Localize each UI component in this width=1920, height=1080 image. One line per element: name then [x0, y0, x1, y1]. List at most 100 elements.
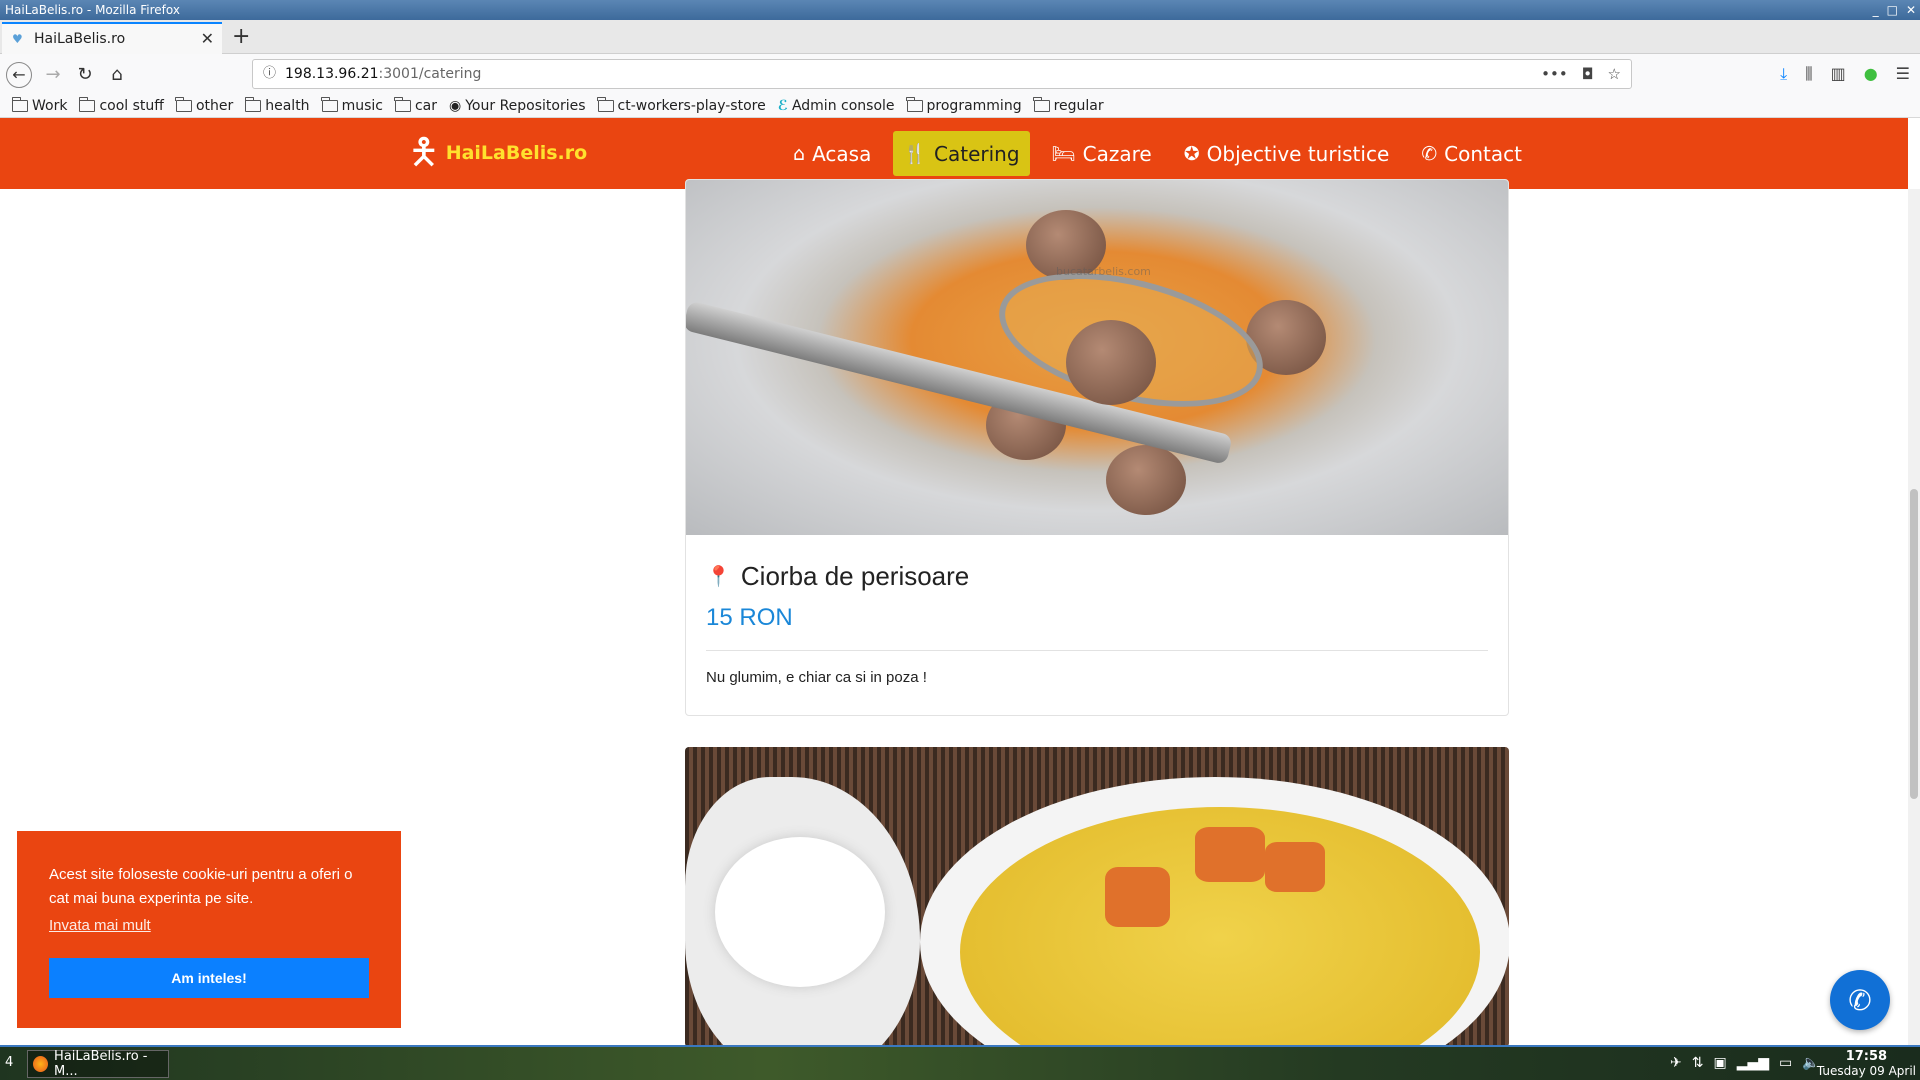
network-icon[interactable]: ⇅: [1692, 1055, 1704, 1071]
new-tab-button[interactable]: +: [232, 24, 250, 49]
tab-title: HaiLaBelis.ro: [34, 31, 126, 47]
bookmark-label: other: [195, 97, 234, 114]
meatball-shape: [1106, 445, 1186, 515]
browser-tab[interactable]: ♥ HaiLaBelis.ro ✕: [2, 22, 222, 54]
bookmark-regular[interactable]: regular: [1033, 96, 1104, 114]
toolbar-right: ⤓ ⫼ ▥ ● ☰: [1780, 64, 1910, 84]
carrot-shape: [1265, 842, 1325, 892]
carrot-shape: [1195, 827, 1265, 882]
bookmark-label: ct-workers-play-store: [617, 97, 766, 114]
bookmark-label: Work: [32, 97, 68, 114]
meatball-shape: [1066, 320, 1156, 405]
home-icon: ⌂: [793, 142, 806, 165]
minimize-button[interactable]: _: [1873, 0, 1879, 20]
folder-icon: [1033, 96, 1050, 112]
window-title: HaiLaBelis.ro - Mozilla Firefox: [5, 3, 180, 17]
clock-time: 17:58: [1845, 1049, 1888, 1064]
bookmark-label: music: [341, 97, 383, 114]
close-window-button[interactable]: ✕: [1906, 0, 1916, 20]
admin-console-icon: ℰ: [777, 97, 788, 114]
bed-icon: 🛏: [1051, 143, 1076, 165]
reload-button[interactable]: ↻: [72, 62, 98, 88]
clock[interactable]: 17:58 Tuesday 09 April: [1817, 1049, 1916, 1079]
extension-icon[interactable]: ●: [1864, 64, 1878, 84]
maximize-button[interactable]: □: [1887, 0, 1898, 20]
nav-cazare[interactable]: 🛏 Cazare: [1042, 131, 1162, 176]
signal-icon[interactable]: ▂▄▆: [1737, 1055, 1769, 1071]
dish-card-2: [685, 747, 1509, 1045]
url-bar[interactable]: ⓘ 198.13.96.21:3001/catering ••• ◘ ☆: [252, 59, 1632, 89]
site-info-icon[interactable]: ⓘ: [263, 60, 276, 88]
telegram-icon[interactable]: ✈: [1670, 1055, 1682, 1071]
pocket-icon[interactable]: ◘: [1582, 60, 1594, 88]
accept-cookies-button[interactable]: Am inteles!: [49, 958, 369, 998]
bookmark-your-repositories[interactable]: ◉ Your Repositories: [449, 98, 586, 114]
nav-label: Objective turistice: [1206, 141, 1390, 166]
bookmark-star-icon[interactable]: ☆: [1608, 60, 1621, 88]
site-favicon-icon: ♥: [12, 32, 23, 46]
bookmark-work[interactable]: Work: [11, 96, 68, 114]
dish-card: bucatarbelis.com 📍 Ciorba de perisoare 1…: [685, 179, 1509, 716]
nav-contact[interactable]: ✆ Contact: [1411, 131, 1532, 176]
back-button[interactable]: ←: [6, 62, 32, 88]
web-page: 🯅 HaiLaBelis.ro ⌂ Acasa 🍴 Catering 🛏 Caz…: [0, 118, 1920, 1045]
page-scrollbar[interactable]: [1908, 189, 1920, 1045]
map-pin-icon: 📍: [706, 566, 731, 588]
menu-hamburger-icon[interactable]: ☰: [1896, 64, 1910, 84]
task-label: HaiLaBelis.ro - M...: [54, 1049, 148, 1079]
call-button[interactable]: ✆: [1830, 970, 1890, 1030]
close-tab-icon[interactable]: ✕: [201, 29, 214, 48]
cookie-banner: Acest site foloseste cookie-uri pentru a…: [17, 831, 401, 1028]
url-host: 198.13.96.21: [285, 66, 379, 82]
scrollbar-thumb[interactable]: [1910, 489, 1918, 799]
bookmark-other[interactable]: other: [175, 96, 234, 114]
browser-toolbar: ← → ↻ ⌂ ⓘ 198.13.96.21:3001/catering •••…: [0, 54, 1920, 94]
dish-title: 📍 Ciorba de perisoare: [706, 561, 1488, 592]
bookmark-label: Admin console: [791, 97, 895, 114]
folder-icon: [11, 96, 28, 112]
chat-icon[interactable]: ▭: [1779, 1055, 1792, 1071]
home-button[interactable]: ⌂: [104, 62, 130, 88]
taskbar-firefox-item[interactable]: HaiLaBelis.ro - M...: [27, 1049, 169, 1079]
learn-more-link[interactable]: Invata mai mult: [49, 917, 151, 934]
nav-label: Cazare: [1082, 141, 1152, 166]
site-logo[interactable]: 🯅 HaiLaBelis.ro: [408, 133, 587, 173]
folder-icon: [321, 96, 338, 112]
folder-icon: [394, 96, 411, 112]
photo-watermark: bucatarbelis.com: [1056, 265, 1151, 278]
folder-icon: [175, 96, 192, 112]
workspace-indicator[interactable]: 4: [5, 1055, 13, 1070]
nav-acasa[interactable]: ⌂ Acasa: [783, 131, 881, 176]
folder-icon: [597, 96, 614, 112]
bookmark-cool-stuff[interactable]: cool stuff: [78, 96, 164, 114]
forward-button[interactable]: →: [40, 62, 66, 88]
clock-date: Tuesday 09 April: [1816, 1064, 1916, 1078]
nav-objective-turistice[interactable]: ✪ Objective turistice: [1174, 131, 1400, 176]
bookmark-admin-console[interactable]: ℰ Admin console: [778, 98, 895, 114]
os-taskbar: 4 HaiLaBelis.ro - M... ✈ ⇅ ▣ ▂▄▆ ▭ 🔈 17:…: [0, 1045, 1920, 1080]
folder-icon: [906, 96, 923, 112]
bookmark-programming[interactable]: programming: [906, 96, 1022, 114]
bookmark-music[interactable]: music: [321, 96, 383, 114]
bookmark-label: regular: [1053, 97, 1104, 114]
bookmark-health[interactable]: health: [244, 96, 310, 114]
nav-label: Catering: [934, 141, 1020, 166]
phone-icon: ✆: [1848, 983, 1872, 1017]
page-actions-icon[interactable]: •••: [1541, 60, 1568, 88]
sidebar-icon[interactable]: ▥: [1831, 64, 1846, 84]
download-icon[interactable]: ⤓: [1780, 64, 1787, 84]
library-icon[interactable]: ⫼: [1805, 64, 1812, 84]
nav-label: Acasa: [812, 141, 872, 166]
dish-description: Nu glumim, e chiar ca si in poza !: [706, 669, 927, 686]
phone-icon: ✆: [1421, 142, 1438, 165]
bookmark-label: car: [414, 97, 438, 114]
clipboard-icon[interactable]: ▣: [1713, 1055, 1726, 1071]
bookmark-car[interactable]: car: [394, 96, 438, 114]
bookmark-label: programming: [926, 97, 1022, 114]
github-icon: ◉: [449, 97, 462, 114]
bookmark-ct-workers[interactable]: ct-workers-play-store: [597, 96, 766, 114]
dish-price: 15 RON: [706, 604, 793, 631]
bookmark-label: health: [265, 97, 310, 114]
nav-catering[interactable]: 🍴 Catering: [893, 131, 1030, 176]
window-titlebar: HaiLaBelis.ro - Mozilla Firefox _ □ ✕: [0, 0, 1920, 20]
